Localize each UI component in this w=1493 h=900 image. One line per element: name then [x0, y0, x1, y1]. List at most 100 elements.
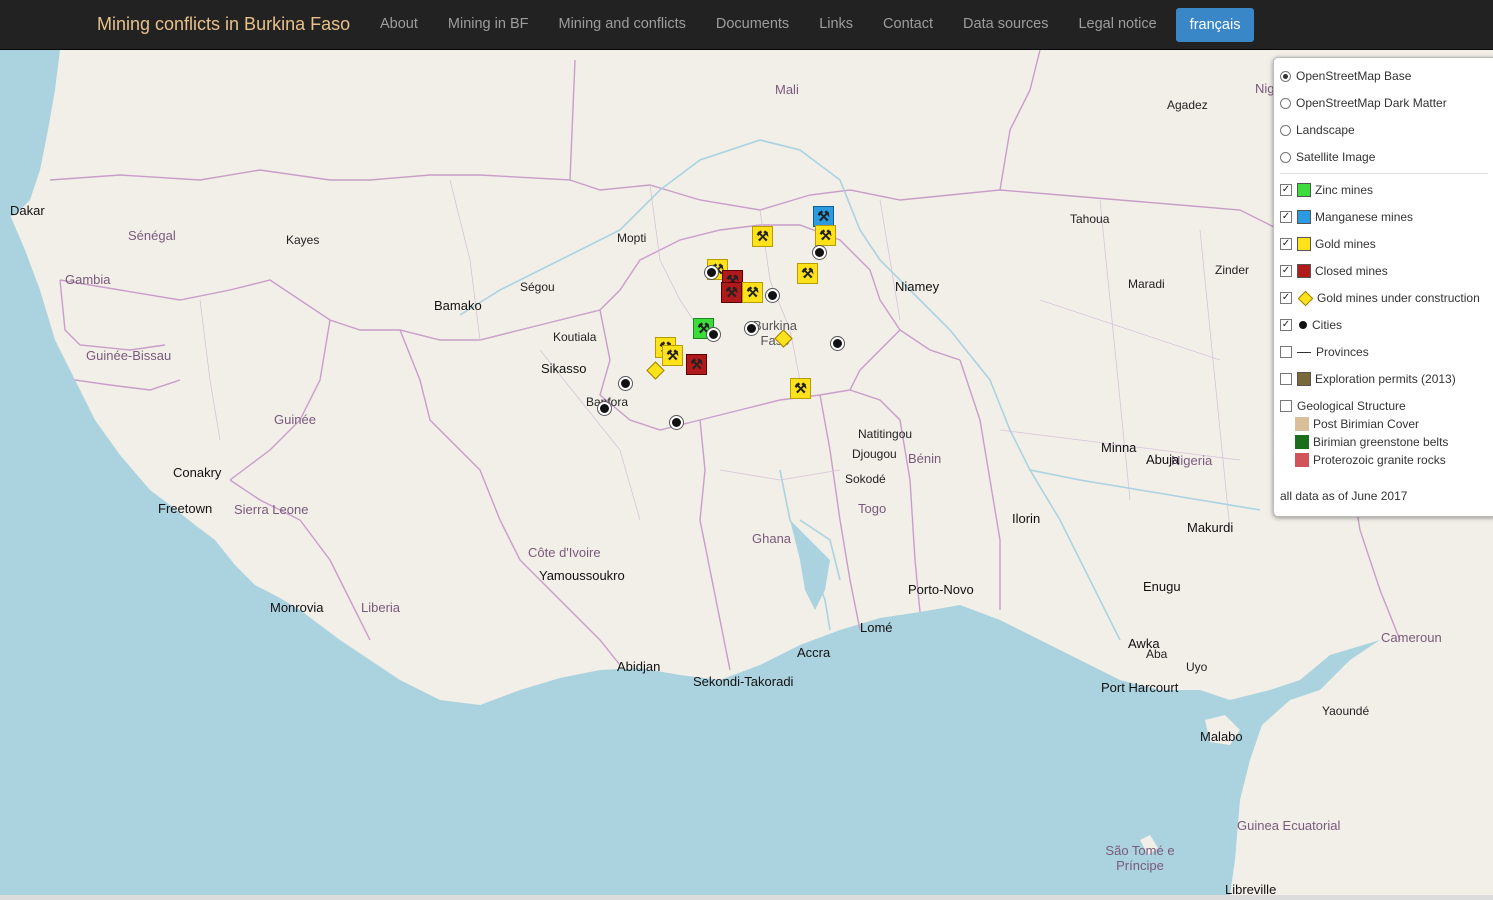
city-dot[interactable]: [670, 416, 683, 429]
radio-button[interactable]: [1280, 124, 1291, 136]
label-accra: Accra: [797, 645, 831, 660]
label-sao-tome: São Tomé e Príncipe: [1105, 843, 1175, 873]
line-icon: [1297, 351, 1311, 353]
checkbox[interactable]: ✓: [1280, 319, 1292, 331]
layer-label: Cities: [1312, 318, 1343, 332]
city-dot[interactable]: [705, 266, 718, 279]
radio-button[interactable]: [1280, 70, 1291, 82]
checkbox[interactable]: ✓: [1280, 184, 1292, 196]
label-tahoua: Tahoua: [1070, 212, 1110, 226]
label-yaounde: Yaoundé: [1322, 704, 1370, 718]
label-conakry: Conakry: [173, 465, 222, 480]
nav-mining-and-conflicts[interactable]: Mining and conflicts: [544, 0, 701, 49]
label-mali: Mali: [775, 82, 799, 97]
legend-label: Birimian greenstone belts: [1313, 435, 1449, 449]
closed-mine-marker[interactable]: ⚒: [686, 354, 707, 375]
base-layer-osm[interactable]: OpenStreetMap Base: [1280, 67, 1411, 85]
nav-contact[interactable]: Contact: [868, 0, 948, 49]
label-djougou: Djougou: [852, 447, 897, 461]
label-gambia: Gambia: [65, 272, 111, 287]
overlay-geological-structure[interactable]: Geological Structure: [1280, 397, 1406, 415]
gold-mine-marker[interactable]: ⚒: [662, 345, 683, 366]
label-abuja: Abuja: [1146, 452, 1180, 467]
overlay-provinces[interactable]: Provinces: [1280, 343, 1369, 361]
swatch-icon: [1297, 372, 1311, 386]
pickaxe-icon: ⚒: [756, 228, 769, 244]
label-yamoussoukro: Yamoussoukro: [539, 568, 625, 583]
gold-mine-icon: [1297, 237, 1311, 251]
layer-label: Provinces: [1316, 345, 1369, 359]
layer-label: Geological Structure: [1297, 399, 1406, 413]
pickaxe-icon: ⚒: [817, 208, 830, 224]
label-dakar: Dakar: [10, 203, 45, 218]
closed-mine-marker[interactable]: ⚒: [721, 282, 742, 303]
swatch-icon: [1295, 453, 1309, 467]
separator: [1280, 173, 1488, 174]
label-sierra-leone: Sierra Leone: [234, 502, 309, 517]
city-dot[interactable]: [831, 337, 844, 350]
map-base-svg: [0, 50, 1493, 895]
label-mopti: Mopti: [617, 231, 647, 245]
label-togo: Togo: [858, 501, 887, 516]
city-dot[interactable]: [813, 246, 826, 259]
checkbox[interactable]: ✓: [1280, 238, 1292, 250]
base-layer-satellite[interactable]: Satellite Image: [1280, 148, 1375, 166]
layer-label: Closed mines: [1315, 264, 1388, 278]
checkbox[interactable]: ✓: [1280, 292, 1292, 304]
label-agadez: Agadez: [1167, 98, 1208, 112]
nav-data-sources[interactable]: Data sources: [948, 0, 1063, 49]
overlay-gold-under-construction[interactable]: ✓ Gold mines under construction: [1280, 289, 1480, 307]
checkbox[interactable]: ✓: [1280, 211, 1292, 223]
radio-button[interactable]: [1280, 151, 1291, 163]
city-dot[interactable]: [598, 402, 611, 415]
overlay-closed-mines[interactable]: ✓ Closed mines: [1280, 262, 1388, 280]
label-cameroun: Cameroun: [1381, 630, 1442, 645]
geology-legend-item: Post Birimian Cover: [1295, 415, 1419, 433]
city-dot[interactable]: [707, 328, 720, 341]
overlay-cities[interactable]: ✓ Cities: [1280, 316, 1342, 334]
label-liberia: Liberia: [361, 600, 401, 615]
gold-mine-marker[interactable]: ⚒: [752, 226, 773, 247]
bottom-scrollbar[interactable]: [0, 895, 1493, 900]
city-dot[interactable]: [766, 289, 779, 302]
brand-title[interactable]: Mining conflicts in Burkina Faso: [97, 14, 350, 35]
base-layer-landscape[interactable]: Landscape: [1280, 121, 1355, 139]
radio-button[interactable]: [1280, 97, 1291, 109]
pickaxe-icon: ⚒: [801, 265, 814, 281]
nav-language-francais[interactable]: français: [1175, 7, 1255, 42]
nav-legal-notice[interactable]: Legal notice: [1063, 0, 1171, 49]
label-sikasso: Sikasso: [541, 361, 587, 376]
pickaxe-icon: ⚒: [794, 380, 807, 396]
overlay-exploration-permits[interactable]: Exploration permits (2013): [1280, 370, 1456, 388]
label-senegal: Sénégal: [128, 228, 176, 243]
city-dot[interactable]: [619, 377, 632, 390]
nav-about[interactable]: About: [365, 0, 433, 49]
overlay-zinc-mines[interactable]: ✓ Zinc mines: [1280, 181, 1373, 199]
checkbox[interactable]: ✓: [1280, 265, 1292, 277]
layer-label: Gold mines under construction: [1317, 291, 1480, 305]
base-layer-dark-matter[interactable]: OpenStreetMap Dark Matter: [1280, 94, 1447, 112]
nav-mining-in-bf[interactable]: Mining in BF: [433, 0, 544, 49]
label-guinee: Guinée: [274, 412, 316, 427]
nav-documents[interactable]: Documents: [701, 0, 804, 49]
overlay-manganese-mines[interactable]: ✓ Manganese mines: [1280, 208, 1413, 226]
manganese-mine-marker[interactable]: ⚒: [813, 206, 834, 227]
gold-mine-marker[interactable]: ⚒: [815, 225, 836, 246]
gold-mine-marker[interactable]: ⚒: [790, 378, 811, 399]
checkbox[interactable]: [1280, 373, 1292, 385]
checkbox[interactable]: [1280, 400, 1292, 412]
nav-links[interactable]: Links: [804, 0, 868, 49]
label-kayes: Kayes: [286, 233, 320, 247]
checkbox[interactable]: [1280, 346, 1292, 358]
label-enugu: Enugu: [1143, 579, 1181, 594]
overlay-gold-mines[interactable]: ✓ Gold mines: [1280, 235, 1376, 253]
navbar: Mining conflicts in Burkina Faso About M…: [0, 0, 1493, 50]
map-canvas[interactable]: Mali Sénégal Gambia Guinée-Bissau Guinée…: [0, 50, 1493, 895]
label-bamako: Bamako: [434, 298, 482, 313]
label-cote-divoire: Côte d'Ivoire: [528, 545, 601, 560]
label-sekondi-takoradi: Sekondi-Takoradi: [693, 674, 794, 689]
gold-mine-marker[interactable]: ⚒: [742, 282, 763, 303]
gold-mine-marker[interactable]: ⚒: [797, 263, 818, 284]
pickaxe-icon: ⚒: [746, 284, 759, 300]
city-dot[interactable]: [745, 322, 758, 335]
